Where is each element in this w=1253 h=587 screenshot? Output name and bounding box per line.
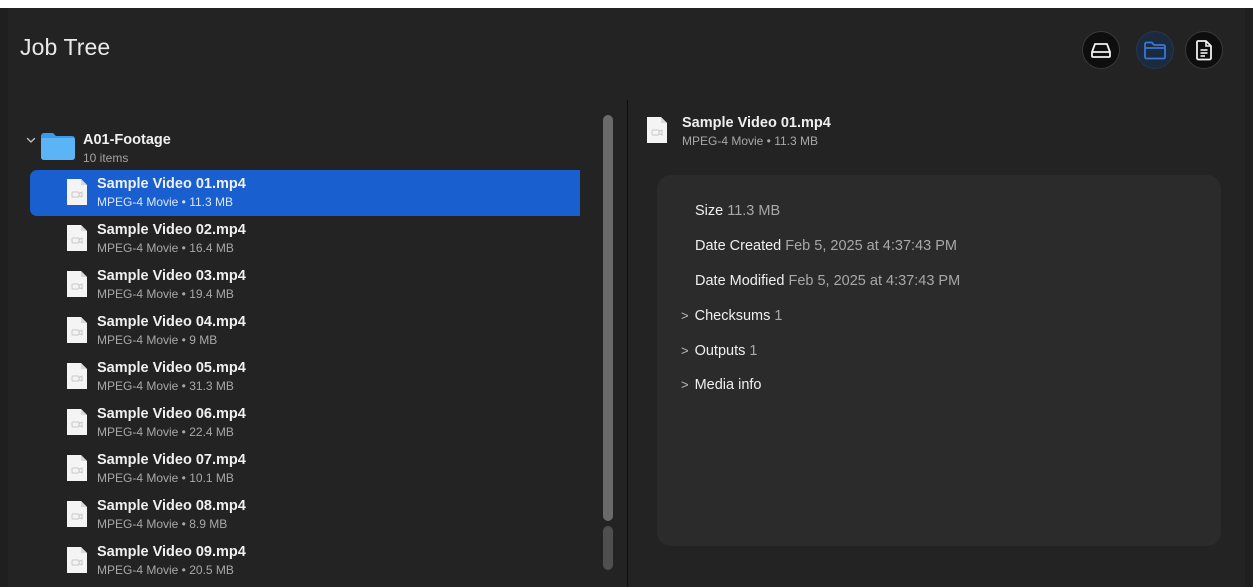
document-icon (1196, 40, 1212, 61)
window-title: Job Tree (20, 34, 111, 60)
file-name: Sample Video 03.mp4 (97, 268, 246, 284)
file-meta: MPEG-4 Movie • 31.3 MB (97, 379, 234, 393)
detail-header: Sample Video 01.mp4 MPEG-4 Movie • 11.3 … (640, 112, 1230, 152)
folder-item-count: 10 items (83, 151, 129, 165)
checksums-disclosure[interactable]: > Checksums 1 (681, 308, 782, 324)
tree-scrollbar-thumb[interactable] (603, 115, 613, 521)
file-name: Sample Video 04.mp4 (97, 314, 246, 330)
file-row-08[interactable]: Sample Video 08.mp4 MPEG-4 Movie • 8.9 M… (30, 492, 580, 538)
file-meta: MPEG-4 Movie • 11.3 MB (97, 195, 234, 209)
folder-view-button[interactable] (1136, 31, 1174, 69)
file-meta: MPEG-4 Movie • 19.4 MB (97, 287, 234, 301)
file-meta: MPEG-4 Movie • 22.4 MB (97, 425, 234, 439)
drive-icon (1091, 43, 1111, 58)
date-created-label: Date Created (695, 238, 782, 254)
folder-row-a01-footage[interactable]: A01-Footage 10 items (20, 126, 580, 166)
file-row-05[interactable]: Sample Video 05.mp4 MPEG-4 Movie • 31.3 … (30, 354, 580, 400)
size-value: 11.3 MB (727, 203, 781, 219)
date-created-property: Date Created Feb 5, 2025 at 4:37:43 PM (695, 238, 957, 254)
video-file-icon (67, 547, 87, 573)
file-name: Sample Video 06.mp4 (97, 406, 246, 422)
file-name: Sample Video 09.mp4 (97, 544, 246, 560)
file-name: Sample Video 05.mp4 (97, 360, 246, 376)
video-file-icon (67, 179, 87, 205)
file-row-04[interactable]: Sample Video 04.mp4 MPEG-4 Movie • 9 MB (30, 308, 580, 354)
media-info-label: Media info (694, 377, 762, 393)
drive-view-button[interactable] (1082, 31, 1120, 69)
chevron-right-icon: > (681, 377, 689, 392)
file-meta: MPEG-4 Movie • 16.4 MB (97, 241, 234, 255)
outputs-disclosure[interactable]: > Outputs 1 (681, 343, 757, 359)
tree-scrollbar-track-lower[interactable] (603, 526, 613, 570)
file-meta: MPEG-4 Movie • 9 MB (97, 333, 218, 347)
file-meta: MPEG-4 Movie • 8.9 MB (97, 517, 228, 531)
file-name: Sample Video 08.mp4 (97, 498, 246, 514)
date-modified-label: Date Modified (695, 273, 785, 289)
outputs-count: 1 (749, 343, 758, 359)
media-info-disclosure[interactable]: > Media info (681, 377, 762, 393)
file-row-09[interactable]: Sample Video 09.mp4 MPEG-4 Movie • 20.5 … (30, 538, 580, 582)
document-view-button[interactable] (1185, 31, 1223, 69)
file-name: Sample Video 01.mp4 (97, 176, 246, 192)
file-row-06[interactable]: Sample Video 06.mp4 MPEG-4 Movie • 22.4 … (30, 400, 580, 446)
size-label: Size (695, 203, 724, 219)
file-name: Sample Video 02.mp4 (97, 222, 246, 238)
file-meta: MPEG-4 Movie • 20.5 MB (97, 563, 234, 577)
file-name: Sample Video 07.mp4 (97, 452, 246, 468)
video-file-icon (67, 317, 87, 343)
file-row-02[interactable]: Sample Video 02.mp4 MPEG-4 Movie • 16.4 … (30, 216, 580, 262)
date-modified-property: Date Modified Feb 5, 2025 at 4:37:43 PM (695, 273, 960, 289)
detail-file-name: Sample Video 01.mp4 (682, 115, 831, 131)
folder-icon (1144, 41, 1166, 60)
date-created-value: Feb 5, 2025 at 4:37:43 PM (785, 238, 957, 254)
video-file-icon (67, 363, 87, 389)
file-meta: MPEG-4 Movie • 10.1 MB (97, 471, 234, 485)
outputs-label: Outputs (694, 343, 746, 359)
chevron-right-icon: > (681, 343, 689, 358)
chevron-right-icon: > (681, 308, 689, 323)
date-modified-value: Feb 5, 2025 at 4:37:43 PM (788, 273, 961, 289)
window-top-edge (0, 0, 1253, 8)
file-row-07[interactable]: Sample Video 07.mp4 MPEG-4 Movie • 10.1 … (30, 446, 580, 492)
video-file-icon (67, 225, 87, 251)
size-property: Size 11.3 MB (695, 203, 780, 219)
chevron-down-icon[interactable] (25, 134, 37, 146)
folder-name: A01-Footage (83, 132, 171, 148)
video-file-icon (67, 501, 87, 527)
checksums-label: Checksums (694, 308, 771, 324)
folder-icon (41, 133, 75, 160)
detail-file-meta: MPEG-4 Movie • 11.3 MB (682, 134, 819, 148)
pane-divider[interactable] (627, 100, 628, 587)
file-row-03[interactable]: Sample Video 03.mp4 MPEG-4 Movie • 19.4 … (30, 262, 580, 308)
video-file-icon (67, 455, 87, 481)
file-info-card: Size 11.3 MB Date Created Feb 5, 2025 at 4… (657, 175, 1221, 546)
video-file-icon (647, 117, 667, 143)
file-tree: A01-Footage 10 items Sample Video 01.mp4… (20, 112, 580, 582)
checksums-count: 1 (774, 308, 783, 324)
video-file-icon (67, 271, 87, 297)
file-row-01[interactable]: Sample Video 01.mp4 MPEG-4 Movie • 11.3 … (30, 170, 580, 216)
video-file-icon (67, 409, 87, 435)
